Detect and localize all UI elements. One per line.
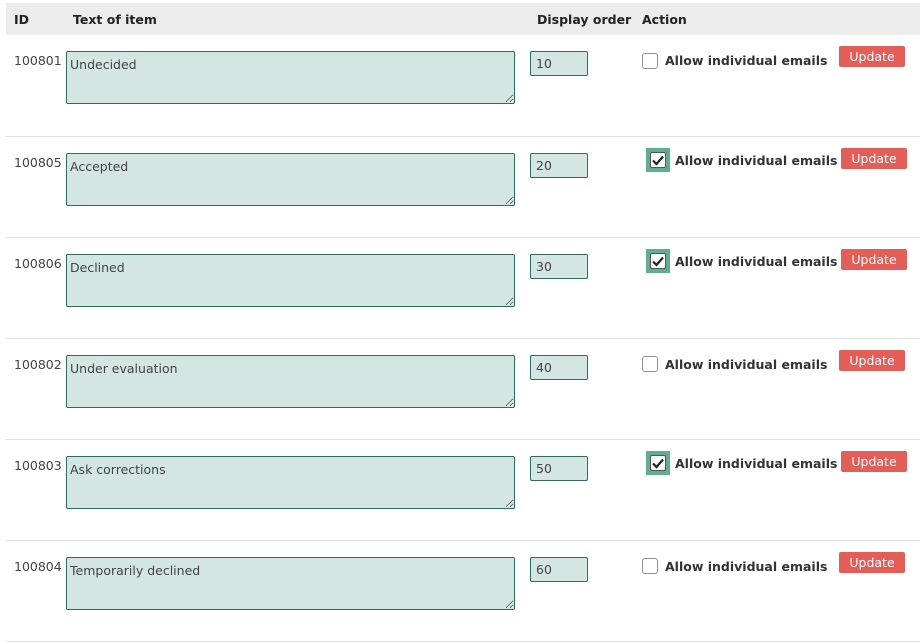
display-order-input[interactable]	[530, 556, 588, 582]
item-id: 100806	[14, 255, 62, 271]
header-display-order: Display order	[537, 11, 632, 27]
allow-emails-label: Allow individual emails	[675, 152, 838, 168]
header-id: ID	[14, 11, 30, 27]
allow-emails-checkbox[interactable]	[642, 52, 658, 69]
allow-emails-label: Allow individual emails	[665, 558, 828, 574]
allow-emails-option[interactable]: Allow individual emails	[642, 249, 838, 273]
item-text-field[interactable]: Accepted	[66, 152, 515, 206]
item-id: 100801	[14, 53, 62, 68]
table-row: 100801 Undecided Allow individual emails…	[6, 35, 920, 136]
allow-emails-option[interactable]: Allow individual emails	[642, 451, 838, 475]
table-row: 100805 Accepted Allow individual emails …	[6, 136, 920, 237]
item-id: 100803	[14, 457, 62, 473]
allow-emails-checkbox-checked[interactable]	[650, 253, 666, 269]
update-button[interactable]: Update	[839, 349, 905, 371]
allow-emails-label: Allow individual emails	[675, 253, 838, 269]
item-id: 100805	[14, 154, 62, 170]
display-order-input[interactable]	[530, 51, 588, 76]
allow-emails-option[interactable]: Allow individual emails	[642, 51, 827, 70]
table-body: 100801 Undecided Allow individual emails…	[6, 35, 920, 641]
table-row: 100802 Under evaluation Allow individual…	[6, 338, 920, 439]
checkmark-icon	[652, 458, 664, 469]
display-order-input[interactable]	[530, 253, 588, 279]
allow-emails-checkbox[interactable]	[642, 356, 658, 372]
allow-emails-option[interactable]: Allow individual emails	[642, 557, 827, 576]
item-text-field[interactable]: Undecided	[66, 51, 515, 104]
table-row: 100806 Declined Allow individual emails …	[6, 237, 920, 338]
header-text: Text of item	[73, 11, 157, 27]
table-row: 100803 Ask corrections Allow individual …	[6, 439, 920, 540]
allow-emails-checkbox-checked[interactable]	[650, 455, 666, 471]
allow-emails-label: Allow individual emails	[665, 53, 828, 68]
item-text-field[interactable]: Temporarily declined	[66, 556, 515, 610]
item-text-field[interactable]: Declined	[66, 253, 515, 307]
table-row: 100804 Temporarily declined Allow indivi…	[6, 540, 920, 641]
table-header: ID Text of item Display order Action	[6, 3, 920, 35]
item-id: 100802	[14, 356, 62, 372]
allow-emails-checkbox[interactable]	[642, 558, 658, 574]
allow-emails-option[interactable]: Allow individual emails	[642, 148, 838, 172]
display-order-input[interactable]	[530, 354, 588, 380]
header-action: Action	[642, 11, 687, 27]
allow-emails-label: Allow individual emails	[665, 356, 828, 372]
update-button[interactable]: Update	[841, 450, 907, 472]
allow-emails-checkbox-checked[interactable]	[650, 152, 666, 168]
update-button[interactable]: Update	[841, 248, 907, 270]
display-order-input[interactable]	[530, 455, 588, 481]
header-row: ID Text of item Display order Action	[6, 3, 920, 35]
item-id: 100804	[14, 558, 62, 574]
item-text-field[interactable]: Ask corrections	[66, 455, 515, 509]
update-button[interactable]: Update	[839, 551, 905, 573]
item-text-field[interactable]: Under evaluation	[66, 354, 515, 408]
update-button[interactable]: Update	[839, 46, 905, 67]
update-button[interactable]: Update	[841, 147, 907, 169]
display-order-input[interactable]	[530, 152, 588, 178]
checkmark-icon	[652, 256, 664, 267]
checkmark-icon	[652, 155, 664, 166]
allow-emails-label: Allow individual emails	[675, 455, 838, 471]
allow-emails-option[interactable]: Allow individual emails	[642, 355, 827, 374]
status-items-table: ID Text of item Display order Action 100…	[6, 3, 920, 642]
